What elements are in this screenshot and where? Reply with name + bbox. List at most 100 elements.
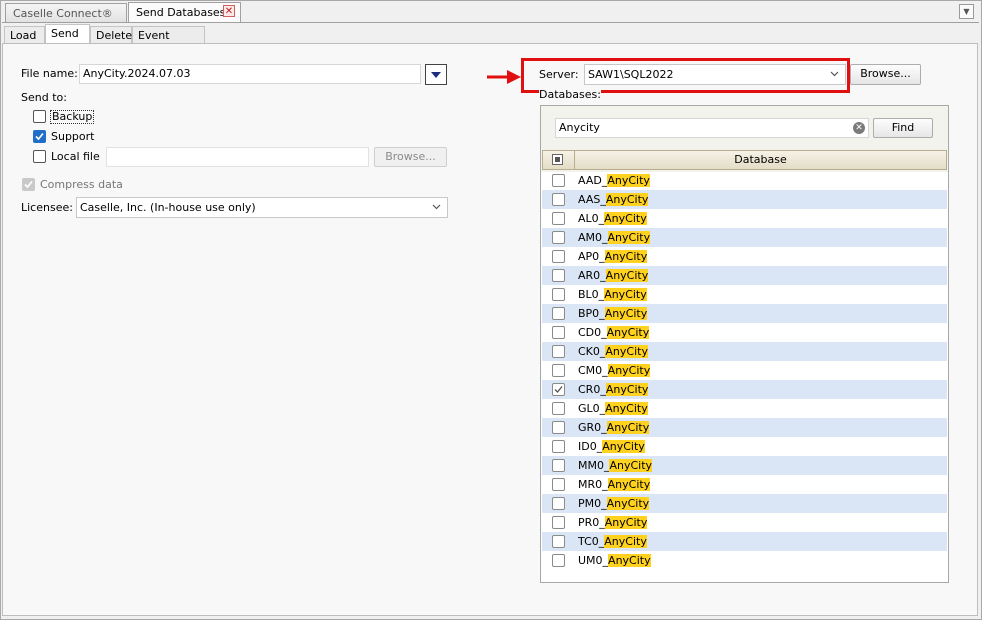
local-file-checkbox[interactable] bbox=[33, 150, 46, 163]
table-row[interactable]: BL0_AnyCity bbox=[542, 285, 947, 304]
table-row[interactable]: MM0_AnyCity bbox=[542, 456, 947, 475]
row-checkbox[interactable] bbox=[552, 288, 565, 301]
support-label: Support bbox=[51, 130, 95, 143]
search-match-highlight: AnyCity bbox=[606, 326, 650, 339]
table-row[interactable]: AAS_AnyCity bbox=[542, 190, 947, 209]
local-file-browse-label: Browse... bbox=[385, 150, 436, 163]
database-prefix: CR0_ bbox=[578, 383, 606, 396]
table-row[interactable]: AR0_AnyCity bbox=[542, 266, 947, 285]
search-match-highlight: AnyCity bbox=[607, 364, 651, 377]
table-row[interactable]: TC0_AnyCity bbox=[542, 532, 947, 551]
find-button[interactable]: Find bbox=[873, 118, 933, 138]
table-row[interactable]: PR0_AnyCity bbox=[542, 513, 947, 532]
table-row[interactable]: CD0_AnyCity bbox=[542, 323, 947, 342]
close-tab-icon[interactable]: ✕ bbox=[223, 5, 235, 17]
table-row[interactable]: GL0_AnyCity bbox=[542, 399, 947, 418]
tab-send-databases-label: Send Databases bbox=[136, 6, 226, 19]
search-match-highlight: AnyCity bbox=[604, 516, 648, 529]
row-checkbox[interactable] bbox=[552, 535, 565, 548]
search-match-highlight: AnyCity bbox=[605, 193, 649, 206]
table-row[interactable]: PM0_AnyCity bbox=[542, 494, 947, 513]
check-icon bbox=[554, 386, 563, 393]
row-checkbox[interactable] bbox=[552, 250, 565, 263]
row-checkbox[interactable] bbox=[552, 364, 565, 377]
tab-send[interactable]: Send bbox=[45, 24, 90, 44]
database-name: AP0_AnyCity bbox=[578, 249, 648, 264]
row-checkbox[interactable] bbox=[552, 193, 565, 206]
file-name-input[interactable]: AnyCity.2024.07.03 bbox=[79, 64, 421, 84]
search-match-highlight: AnyCity bbox=[604, 307, 648, 320]
table-row[interactable]: CM0_AnyCity bbox=[542, 361, 947, 380]
table-row[interactable]: AL0_AnyCity bbox=[542, 209, 947, 228]
row-checkbox[interactable] bbox=[552, 269, 565, 282]
database-prefix: AAD_ bbox=[578, 174, 608, 187]
row-checkbox[interactable] bbox=[552, 383, 565, 396]
server-browse-button[interactable]: Browse... bbox=[850, 64, 921, 85]
licensee-value: Caselle, Inc. (In-house use only) bbox=[80, 201, 256, 214]
database-name: GR0_AnyCity bbox=[578, 420, 650, 435]
row-checkbox[interactable] bbox=[552, 345, 565, 358]
partial-check-icon bbox=[555, 157, 560, 162]
table-row[interactable]: UM0_AnyCity bbox=[542, 551, 947, 570]
database-prefix: BL0_ bbox=[578, 288, 605, 301]
row-checkbox[interactable] bbox=[552, 554, 565, 567]
file-name-value: AnyCity.2024.07.03 bbox=[83, 67, 191, 80]
tab-delete[interactable]: Delete bbox=[90, 26, 132, 44]
row-checkbox[interactable] bbox=[552, 478, 565, 491]
database-name: TC0_AnyCity bbox=[578, 534, 647, 549]
table-row[interactable]: MR0_AnyCity bbox=[542, 475, 947, 494]
row-checkbox[interactable] bbox=[552, 440, 565, 453]
databases-label: Databases: bbox=[539, 88, 601, 101]
row-checkbox[interactable] bbox=[552, 212, 565, 225]
row-checkbox[interactable] bbox=[552, 516, 565, 529]
tab-list-dropdown-icon[interactable]: ▼ bbox=[959, 4, 974, 19]
database-name: CD0_AnyCity bbox=[578, 325, 650, 340]
database-prefix: UM0_ bbox=[578, 554, 609, 567]
database-name: AAS_AnyCity bbox=[578, 192, 649, 207]
table-row[interactable]: CR0_AnyCity bbox=[542, 380, 947, 399]
database-prefix: PR0_ bbox=[578, 516, 605, 529]
clear-search-icon[interactable]: ✕ bbox=[853, 122, 865, 134]
search-match-highlight: AnyCity bbox=[602, 440, 645, 453]
row-checkbox[interactable] bbox=[552, 402, 565, 415]
search-match-highlight: AnyCity bbox=[605, 383, 649, 396]
table-row[interactable]: AAD_AnyCity bbox=[542, 171, 947, 190]
send-to-label: Send to: bbox=[21, 91, 67, 104]
local-file-browse-button[interactable]: Browse... bbox=[374, 147, 447, 167]
row-checkbox[interactable] bbox=[552, 497, 565, 510]
backup-checkbox[interactable] bbox=[33, 110, 46, 123]
row-checkbox[interactable] bbox=[552, 421, 565, 434]
database-prefix: AR0_ bbox=[578, 269, 606, 282]
support-checkbox[interactable] bbox=[33, 130, 46, 143]
database-prefix: PM0_ bbox=[578, 497, 607, 510]
local-file-input[interactable] bbox=[106, 147, 369, 167]
table-row[interactable]: AP0_AnyCity bbox=[542, 247, 947, 266]
row-checkbox[interactable] bbox=[552, 231, 565, 244]
table-row[interactable]: GR0_AnyCity bbox=[542, 418, 947, 437]
row-checkbox[interactable] bbox=[552, 459, 565, 472]
search-match-highlight: AnyCity bbox=[606, 497, 650, 510]
database-prefix: CK0_ bbox=[578, 345, 606, 358]
database-prefix: MR0_ bbox=[578, 478, 608, 491]
row-checkbox[interactable] bbox=[552, 307, 565, 320]
table-row[interactable]: CK0_AnyCity bbox=[542, 342, 947, 361]
database-name: PM0_AnyCity bbox=[578, 496, 650, 511]
tab-load[interactable]: Load bbox=[4, 26, 45, 44]
database-name: AAD_AnyCity bbox=[578, 173, 650, 188]
row-checkbox[interactable] bbox=[552, 174, 565, 187]
table-row[interactable]: BP0_AnyCity bbox=[542, 304, 947, 323]
compress-data-checkbox[interactable] bbox=[22, 178, 35, 191]
check-icon bbox=[24, 180, 33, 189]
backup-label[interactable]: Backup bbox=[50, 110, 95, 124]
tab-event-viewer[interactable]: Event Viewer bbox=[132, 26, 205, 59]
licensee-select[interactable]: Caselle, Inc. (In-house use only) bbox=[76, 197, 448, 218]
database-column-header[interactable]: Database bbox=[574, 153, 947, 166]
tab-caselle-connect[interactable]: Caselle Connect® bbox=[5, 3, 127, 22]
file-name-dropdown-button[interactable] bbox=[425, 64, 447, 85]
row-checkbox[interactable] bbox=[552, 326, 565, 339]
search-match-highlight: AnyCity bbox=[607, 478, 651, 491]
select-all-checkbox[interactable] bbox=[552, 154, 563, 165]
table-row[interactable]: AM0_AnyCity bbox=[542, 228, 947, 247]
table-row[interactable]: ID0_AnyCity bbox=[542, 437, 947, 456]
databases-search-input[interactable]: Anycity bbox=[555, 118, 869, 138]
